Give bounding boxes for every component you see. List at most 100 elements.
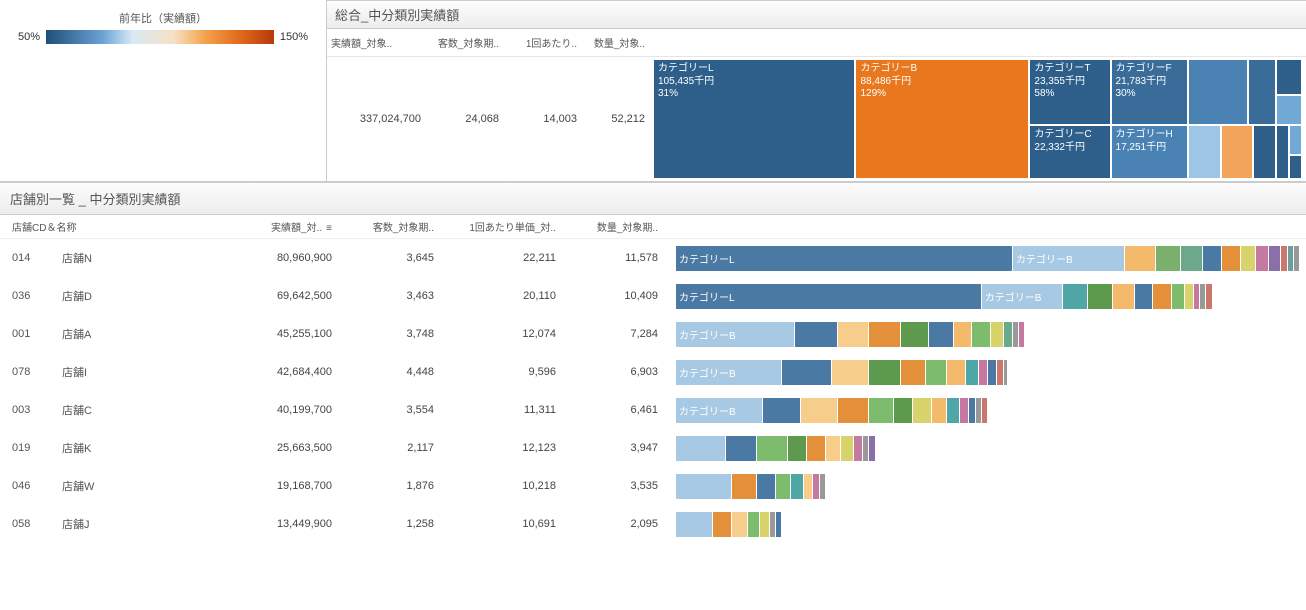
bar-segment[interactable] [841,436,853,461]
treemap-cell[interactable]: カテゴリーC22,332千円 [1029,125,1110,179]
bar-segment[interactable] [732,512,748,537]
bar-segment[interactable] [1222,246,1241,271]
bar-segment[interactable] [1256,246,1268,271]
bar-segment[interactable] [869,436,875,461]
bar-segment[interactable] [1088,284,1113,309]
bar-segment[interactable] [929,322,954,347]
bar-segment[interactable] [801,398,838,423]
bar-segment[interactable]: カテゴリーB [1013,246,1125,271]
bar-segment[interactable]: カテゴリーL [676,284,982,309]
treemap-cell[interactable] [1221,125,1253,179]
head-qty[interactable]: 数量_対象期.. [568,219,670,234]
bar-segment[interactable] [776,474,792,499]
store-stacked-bar[interactable] [676,512,1300,537]
bar-segment[interactable] [676,436,726,461]
bar-segment[interactable] [795,322,839,347]
bar-segment[interactable] [1153,284,1172,309]
bar-segment[interactable] [901,322,929,347]
bar-segment[interactable] [713,512,732,537]
bar-segment[interactable] [1294,246,1300,271]
treemap-cell[interactable] [1276,95,1302,125]
store-row[interactable]: 036店舗D69,642,5003,46320,11010,409カテゴリーLカ… [0,277,1306,315]
bar-segment[interactable]: カテゴリーB [676,360,782,385]
bar-segment[interactable] [788,436,807,461]
bar-segment[interactable] [757,474,776,499]
bar-segment[interactable] [869,398,894,423]
store-row[interactable]: 014店舗N80,960,9003,64522,21111,578カテゴリーLカ… [0,239,1306,277]
bar-segment[interactable] [1206,284,1212,309]
treemap-cell[interactable] [1248,59,1276,125]
store-row[interactable]: 058店舗J13,449,9001,25810,6912,095 [0,505,1306,543]
store-row[interactable]: 019店舗K25,663,5002,11712,1233,947 [0,429,1306,467]
store-stacked-bar[interactable] [676,436,1300,461]
treemap-cell[interactable] [1276,59,1302,95]
store-stacked-bar[interactable]: カテゴリーLカテゴリーB [676,284,1300,309]
bar-segment[interactable] [960,398,969,423]
store-stacked-bar[interactable]: カテゴリーB [676,360,1300,385]
bar-segment[interactable] [894,398,913,423]
col-customers[interactable]: 客数_対象期.. [425,29,503,56]
bar-segment[interactable] [1181,246,1203,271]
head-cd[interactable]: 店舗CD＆名称 [0,219,242,234]
bar-segment[interactable] [1269,246,1281,271]
bar-segment[interactable] [1019,322,1025,347]
bar-segment[interactable] [926,360,948,385]
treemap-cell[interactable] [1289,155,1302,179]
bar-segment[interactable] [763,398,800,423]
bar-segment[interactable] [838,398,869,423]
bar-segment[interactable] [947,360,966,385]
bar-segment[interactable] [1004,322,1013,347]
bar-segment[interactable] [1113,284,1135,309]
bar-segment[interactable] [676,474,732,499]
bar-segment[interactable]: カテゴリーB [982,284,1063,309]
bar-segment[interactable] [676,512,713,537]
head-unitprice[interactable]: 1回あたり単価_対.. [446,219,568,234]
bar-segment[interactable] [954,322,973,347]
head-amount[interactable]: 実績額_対..≡ [242,219,344,234]
bar-segment[interactable] [1125,246,1156,271]
bar-segment[interactable] [807,436,826,461]
bar-segment[interactable] [966,360,978,385]
summary-treemap[interactable]: カテゴリーL105,435千円31%カテゴリーB88,486千円129%カテゴリ… [653,59,1302,179]
bar-segment[interactable] [979,360,988,385]
bar-segment[interactable] [901,360,926,385]
bar-segment[interactable]: カテゴリーB [676,322,795,347]
bar-segment[interactable] [1172,284,1184,309]
bar-segment[interactable] [1185,284,1194,309]
bar-segment[interactable] [869,360,900,385]
bar-segment[interactable] [804,474,813,499]
bar-segment[interactable] [748,512,760,537]
bar-segment[interactable] [991,322,1003,347]
treemap-cell[interactable] [1289,125,1302,155]
bar-segment[interactable] [932,398,948,423]
bar-segment[interactable] [988,360,997,385]
store-stacked-bar[interactable]: カテゴリーLカテゴリーB [676,246,1300,271]
bar-segment[interactable] [832,360,869,385]
bar-segment[interactable] [947,398,959,423]
col-unitprice[interactable]: 1回あたり.. [503,29,581,56]
sort-desc-icon[interactable]: ≡ [326,223,332,234]
treemap-cell[interactable]: カテゴリーH17,251千円 [1111,125,1189,179]
treemap-cell[interactable]: カテゴリーB88,486千円129% [855,59,1029,179]
bar-segment[interactable] [826,436,842,461]
bar-segment[interactable] [732,474,757,499]
bar-segment[interactable] [1203,246,1222,271]
bar-segment[interactable] [726,436,757,461]
bar-segment[interactable] [782,360,832,385]
bar-segment[interactable]: カテゴリーB [676,398,763,423]
store-row[interactable]: 001店舗A45,255,1003,74812,0747,284カテゴリーB [0,315,1306,353]
bar-segment[interactable] [760,512,769,537]
bar-segment[interactable] [854,436,863,461]
store-stacked-bar[interactable]: カテゴリーB [676,398,1300,423]
treemap-cell[interactable] [1253,125,1276,179]
col-qty[interactable]: 数量_対象.. [581,29,649,56]
store-stacked-bar[interactable]: カテゴリーB [676,322,1300,347]
treemap-cell[interactable]: カテゴリーT23,355千円58% [1029,59,1110,125]
bar-segment[interactable] [1135,284,1154,309]
bar-segment[interactable] [820,474,826,499]
bar-segment[interactable] [982,398,988,423]
store-row[interactable]: 046店舗W19,168,7001,87610,2183,535 [0,467,1306,505]
bar-segment[interactable]: カテゴリーL [676,246,1013,271]
bar-segment[interactable] [1241,246,1257,271]
bar-segment[interactable] [972,322,991,347]
